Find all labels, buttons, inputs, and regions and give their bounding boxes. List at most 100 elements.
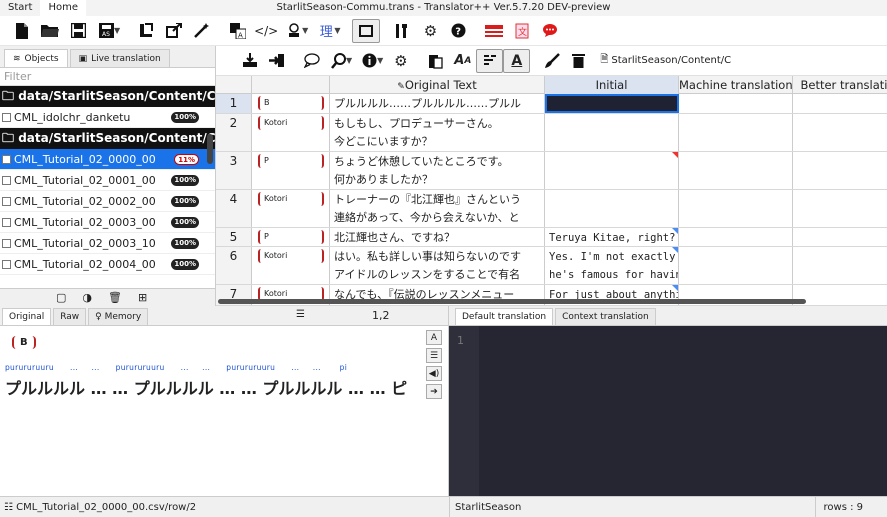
speaker-cell[interactable]: Kotori <box>252 114 330 151</box>
align-icon[interactable] <box>476 48 504 73</box>
flag-icon[interactable] <box>480 19 508 43</box>
tab-default-translation[interactable]: Default translation <box>455 308 554 325</box>
file-checkbox[interactable] <box>2 196 11 206</box>
menu-start[interactable]: Start <box>0 0 40 16</box>
file-item-selected[interactable]: CML_Tutorial_02_0000_00 11% <box>0 149 215 170</box>
save-icon[interactable] <box>64 19 92 43</box>
trash-icon[interactable] <box>565 49 592 73</box>
file-item[interactable]: CML_idolchr_danketu 100% <box>0 107 215 128</box>
new-file-icon[interactable] <box>8 19 36 43</box>
chevron-down-icon[interactable]: ▼ <box>346 56 352 65</box>
header-better-translation[interactable]: Better translatio <box>793 76 887 94</box>
original-cell[interactable]: はい。私も詳しい事は知らないのです アイドルのレッスンをすることで有名 <box>330 247 545 284</box>
better-cell[interactable] <box>793 190 887 227</box>
chevron-down-icon[interactable]: ▼ <box>377 56 383 65</box>
table-row[interactable]: 4 Kotori トレーナーの『北江輝也』さんという 連絡があって、今から会えない… <box>216 190 887 228</box>
table-row[interactable]: 5 P 北江輝也さん、ですね？ Teruya Kitae, right? <box>216 228 887 247</box>
open-folder-icon[interactable] <box>36 19 64 43</box>
machine-cell[interactable] <box>679 114 793 151</box>
tree-scrollbar[interactable] <box>207 134 213 164</box>
tools-icon[interactable] <box>388 19 416 43</box>
better-cell[interactable] <box>793 247 887 284</box>
table-row[interactable]: 3 P ちょうど休憩していたところです。 何かありましたか？ <box>216 152 887 190</box>
better-cell[interactable] <box>793 285 887 305</box>
speaker-cell[interactable]: B <box>252 94 330 113</box>
clipboard-icon[interactable] <box>422 49 449 73</box>
speaker-icon[interactable]: ◀) <box>426 366 442 381</box>
table-row[interactable]: 2 Kotori もしもし、プロデューサーさん。 今どこにいますか？ <box>216 114 887 152</box>
file-item[interactable]: CML_Tutorial_02_0003_00 100% <box>0 212 215 233</box>
export-icon[interactable] <box>132 19 160 43</box>
header-initial[interactable]: Initial <box>545 76 679 94</box>
square-icon[interactable]: ▢ <box>56 291 66 304</box>
magic-wand-icon[interactable] <box>188 19 216 43</box>
tab-original[interactable]: Original <box>2 308 52 325</box>
chevron-down-icon[interactable]: ▼ <box>114 26 120 35</box>
header-machine-translation[interactable]: Machine translation <box>679 76 793 94</box>
initial-cell[interactable]: Teruya Kitae, right? <box>545 228 679 246</box>
grid-horizontal-scrollbar[interactable] <box>218 299 806 304</box>
menu-home[interactable]: Home <box>40 0 86 16</box>
better-cell[interactable] <box>793 114 887 151</box>
machine-cell[interactable] <box>679 247 793 284</box>
speaker-cell[interactable]: Kotori <box>252 190 330 227</box>
chevron-down-icon[interactable]: ▼ <box>302 26 308 35</box>
better-cell[interactable] <box>793 228 887 246</box>
original-cell[interactable]: 北江輝也さん、ですね？ <box>330 228 545 246</box>
file-checkbox[interactable] <box>2 175 11 185</box>
align-icon[interactable]: ☰ <box>426 348 442 363</box>
initial-cell[interactable] <box>545 114 679 151</box>
arrow-right-icon[interactable]: ➔ <box>426 384 442 399</box>
tab-live-translation[interactable]: ▣ Live translation <box>69 49 170 67</box>
table-row[interactable]: 1 B プルルルル……プルルルル……プルル <box>216 94 887 114</box>
file-checkbox[interactable] <box>2 154 11 164</box>
tab-memory[interactable]: ♀ Memory <box>88 308 149 325</box>
file-item[interactable]: CML_Tutorial_02_0004_00 100% <box>0 254 215 275</box>
machine-cell[interactable] <box>679 94 793 113</box>
book-icon[interactable]: 文 <box>508 19 536 43</box>
file-checkbox[interactable] <box>2 217 11 227</box>
speaker-cell[interactable]: P <box>252 152 330 189</box>
tab-objects[interactable]: ≋ Objects <box>4 49 68 67</box>
file-item[interactable]: CML_Tutorial_02_0002_00 100% <box>0 191 215 212</box>
import-icon[interactable] <box>236 49 263 73</box>
brush-icon[interactable] <box>538 49 565 73</box>
machine-cell[interactable] <box>679 152 793 189</box>
gear-icon[interactable]: ⚙ <box>387 49 414 73</box>
original-cell[interactable]: もしもし、プロデューサーさん。 今どこにいますか？ <box>330 114 545 151</box>
font-size-icon[interactable]: A <box>426 330 442 345</box>
font-color-icon[interactable]: A <box>503 48 531 73</box>
better-cell[interactable] <box>793 152 887 189</box>
original-cell[interactable]: トレーナーの『北江輝也』さんという 連絡があって、今から会えないか、と <box>330 190 545 227</box>
external-link-icon[interactable] <box>160 19 188 43</box>
list-icon[interactable]: ☰ <box>296 309 305 320</box>
tab-raw[interactable]: Raw <box>53 308 87 325</box>
filter-input[interactable]: Filter <box>0 68 215 86</box>
chat-icon[interactable] <box>536 19 564 43</box>
window-icon[interactable] <box>352 18 381 43</box>
settings-icon[interactable]: ⚙ <box>416 19 444 43</box>
original-cell[interactable]: プルルルル……プルルルル……プルル <box>330 94 545 113</box>
translate-icon[interactable]: A <box>224 19 252 43</box>
login-icon[interactable] <box>263 49 290 73</box>
contrast-icon[interactable]: ◑ <box>82 291 92 304</box>
help-icon[interactable]: ? <box>444 19 472 43</box>
initial-cell-active[interactable] <box>545 94 679 113</box>
file-checkbox[interactable] <box>2 259 11 269</box>
table-row[interactable]: 6 Kotori はい。私も詳しい事は知らないのです アイドルのレッスンをすること… <box>216 247 887 285</box>
speech-bubble-icon[interactable] <box>298 49 325 73</box>
initial-cell[interactable] <box>545 152 679 189</box>
original-cell[interactable]: ちょうど休憩していたところです。 何かありましたか？ <box>330 152 545 189</box>
file-item[interactable]: CML_Tutorial_02_0003_10 100% <box>0 233 215 254</box>
file-checkbox[interactable] <box>2 238 11 248</box>
header-original-text[interactable]: ✎Original Text <box>330 76 545 94</box>
add-box-icon[interactable]: ⊞ <box>138 291 147 304</box>
initial-cell[interactable] <box>545 190 679 227</box>
font-size-icon[interactable]: AA <box>449 49 476 73</box>
machine-cell[interactable] <box>679 228 793 246</box>
file-item[interactable]: CML_Tutorial_02_0001_00 100% <box>0 170 215 191</box>
code-icon[interactable]: </> <box>252 19 280 43</box>
folder-item[interactable]: 🗀 data/StarlitSeason/Content/Con <box>0 86 215 107</box>
file-checkbox[interactable] <box>2 112 11 122</box>
speaker-cell[interactable]: Kotori <box>252 247 330 284</box>
